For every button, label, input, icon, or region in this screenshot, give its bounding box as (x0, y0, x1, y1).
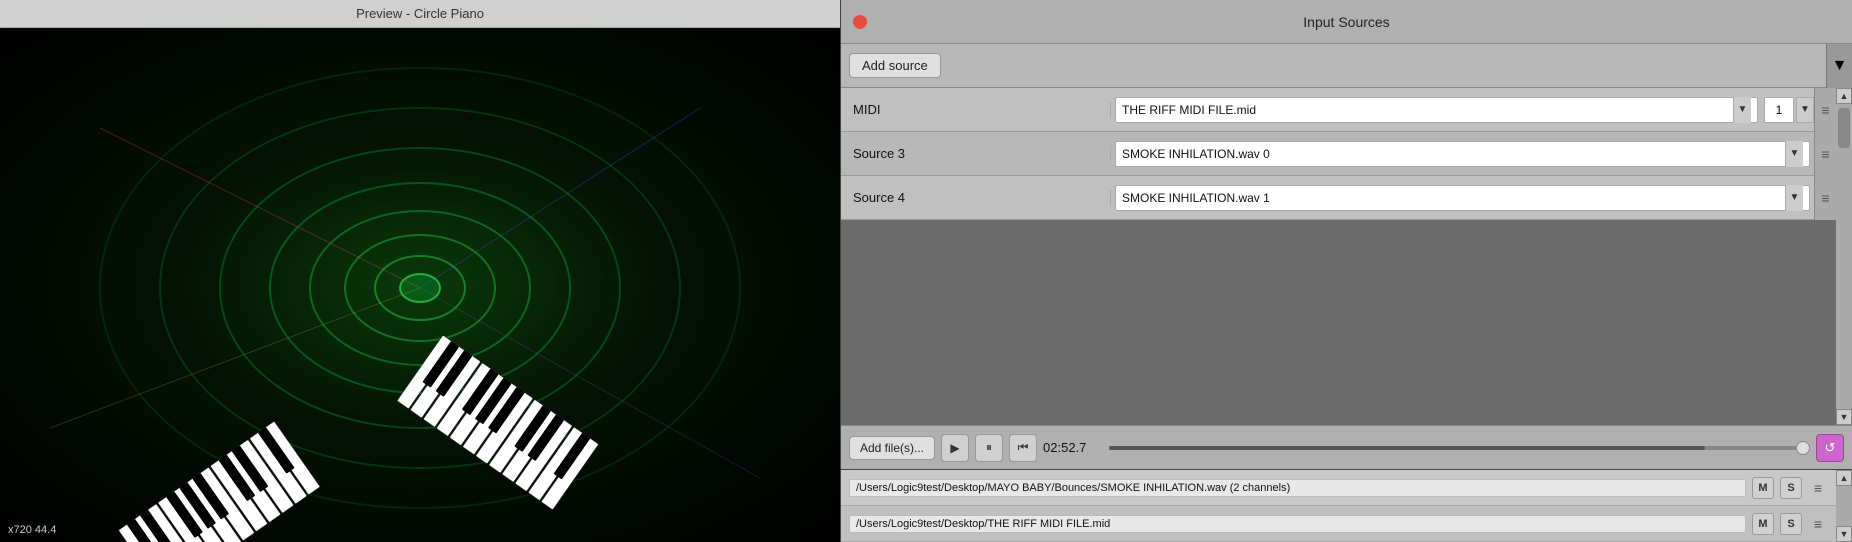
pause-button[interactable]: ⏸ (975, 434, 1003, 462)
playback-bar: Add file(s)... ▶ ⏸ ⏮ 02:52.7 ↺ (841, 425, 1852, 469)
source-name-0: MIDI (841, 102, 1111, 117)
window-title: Input Sources (1303, 14, 1389, 30)
scroll-down-button[interactable]: ▼ (1836, 409, 1852, 425)
source-file-dropdown-arrow-0[interactable]: ▼ (1733, 97, 1751, 123)
file-mute-button-1[interactable]: M (1752, 513, 1774, 535)
add-files-button[interactable]: Add file(s)... (849, 436, 935, 460)
file-row-0: /Users/Logic9test/Desktop/MAYO BABY/Boun… (841, 470, 1836, 506)
channel-dropdown-0[interactable]: ▼ (1796, 97, 1814, 123)
add-source-button[interactable]: Add source (849, 53, 941, 78)
channel-number-0: 1 (1764, 97, 1794, 123)
file-path-1: /Users/Logic9test/Desktop/THE RIFF MIDI … (849, 515, 1746, 533)
file-list-section: /Users/Logic9test/Desktop/MAYO BABY/Boun… (841, 469, 1852, 542)
scroll-thumb[interactable] (1838, 108, 1850, 148)
source-file-dropdown-arrow-2[interactable]: ▼ (1785, 185, 1803, 211)
file-list-scroll: /Users/Logic9test/Desktop/MAYO BABY/Boun… (841, 470, 1852, 542)
preview-canvas: x720 44.4 (0, 28, 840, 542)
file-scroll-down-button[interactable]: ▼ (1836, 526, 1852, 542)
progress-track[interactable] (1109, 446, 1810, 450)
file-mute-button-0[interactable]: M (1752, 477, 1774, 499)
rewind-button[interactable]: ⏮ (1009, 434, 1037, 462)
file-menu-button-0[interactable]: ≡ (1808, 470, 1828, 506)
source-row: MIDITHE RIFF MIDI FILE.mid▼1▼≡ (841, 88, 1836, 132)
source-file-dropdown-1[interactable]: SMOKE INHILATION.wav 0▼ (1115, 141, 1810, 167)
file-solo-button-1[interactable]: S (1780, 513, 1802, 535)
loop-button[interactable]: ↺ (1816, 434, 1844, 462)
sources-scrollbar: ▲ ▼ (1836, 88, 1852, 425)
source-menu-button-0[interactable]: ≡ (1814, 88, 1836, 132)
file-list-content: /Users/Logic9test/Desktop/MAYO BABY/Boun… (841, 470, 1836, 542)
source-file-dropdown-2[interactable]: SMOKE INHILATION.wav 1▼ (1115, 185, 1810, 211)
source-menu-button-1[interactable]: ≡ (1814, 132, 1836, 176)
source-file-text-0: THE RIFF MIDI FILE.mid (1122, 103, 1731, 117)
source-name-1: Source 3 (841, 146, 1111, 161)
glow-rings (0, 28, 840, 542)
source-file-dropdown-arrow-1[interactable]: ▼ (1785, 141, 1803, 167)
sources-scroll-area: MIDITHE RIFF MIDI FILE.mid▼1▼≡Source 3SM… (841, 88, 1852, 425)
preview-title: Preview - Circle Piano (356, 6, 484, 21)
input-sources-panel: Input Sources Add source ▼ MIDI THE RIFF … (840, 0, 1852, 542)
play-button[interactable]: ▶ (941, 434, 969, 462)
source-name-2: Source 4 (841, 190, 1111, 205)
progress-thumb[interactable] (1796, 441, 1810, 455)
time-display: 02:52.7 (1043, 440, 1103, 455)
file-row-1: /Users/Logic9test/Desktop/THE RIFF MIDI … (841, 506, 1836, 542)
preview-panel: Preview - Circle Piano (0, 0, 840, 542)
sources-toolbar: Add source ▼ (841, 44, 1852, 88)
file-solo-button-0[interactable]: S (1780, 477, 1802, 499)
source-file-text-2: SMOKE INHILATION.wav 1 (1122, 191, 1783, 205)
titlebar: Input Sources (841, 0, 1852, 44)
close-button[interactable] (853, 15, 867, 29)
preview-title-bar: Preview - Circle Piano (0, 0, 840, 28)
scroll-up-button[interactable]: ▲ (1836, 88, 1852, 104)
file-path-0: /Users/Logic9test/Desktop/MAYO BABY/Boun… (849, 479, 1746, 497)
toolbar-dropdown-button[interactable]: ▼ (1826, 44, 1852, 88)
preview-info: x720 44.4 (4, 522, 60, 538)
file-menu-button-1[interactable]: ≡ (1808, 506, 1828, 542)
source-row: Source 4SMOKE INHILATION.wav 1▼≡ (841, 176, 1836, 220)
source-file-dropdown-0[interactable]: THE RIFF MIDI FILE.mid▼ (1115, 97, 1758, 123)
sources-content: MIDITHE RIFF MIDI FILE.mid▼1▼≡Source 3SM… (841, 88, 1836, 425)
source-row: Source 3SMOKE INHILATION.wav 0▼≡ (841, 132, 1836, 176)
progress-fill (1109, 446, 1705, 450)
file-list-scrollbar: ▲ ▼ (1836, 470, 1852, 542)
source-file-text-1: SMOKE INHILATION.wav 0 (1122, 147, 1783, 161)
file-scroll-up-button[interactable]: ▲ (1836, 470, 1852, 486)
source-menu-button-2[interactable]: ≡ (1814, 176, 1836, 220)
